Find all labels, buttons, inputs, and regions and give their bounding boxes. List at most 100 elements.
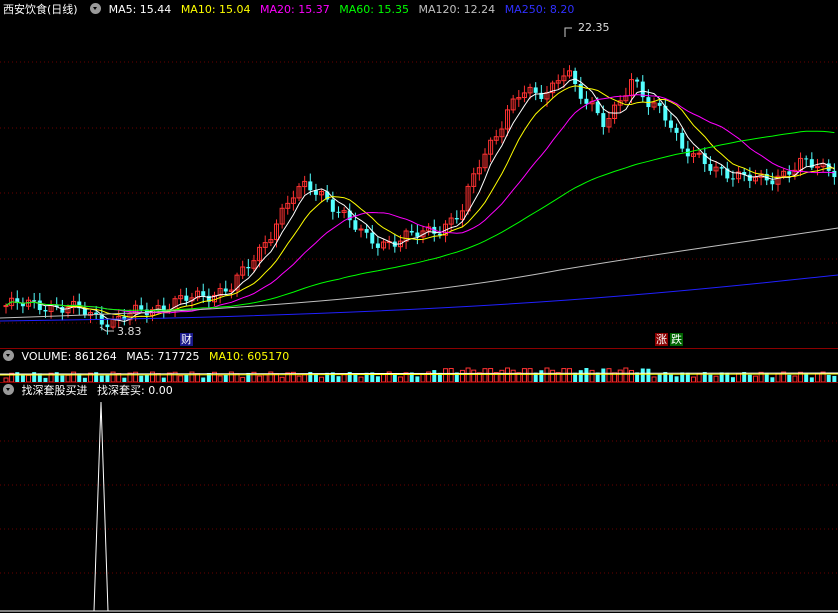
candle-body [223, 288, 228, 292]
candle-body [60, 307, 65, 313]
candle-body [601, 113, 606, 128]
candle-body [708, 164, 713, 171]
volume-bar [443, 368, 449, 383]
volume-bar [826, 374, 831, 382]
high-price-label: 22.35 [578, 21, 610, 34]
volume-chart[interactable] [0, 349, 838, 383]
volume-bar [471, 369, 477, 383]
price-chart[interactable] [0, 0, 838, 349]
volume-bar [617, 369, 623, 383]
candle-body [680, 132, 685, 149]
volume-bar [589, 369, 595, 383]
finance-marker[interactable]: 财 [180, 333, 193, 346]
candle-body [370, 232, 375, 244]
candle-body [657, 102, 662, 106]
candle-body [246, 266, 251, 269]
volume-bar [482, 368, 488, 383]
candle-body [201, 291, 206, 296]
volume-bar [262, 374, 268, 383]
volume-bar [26, 374, 32, 383]
volume-bar [527, 368, 533, 383]
volume-bar [465, 367, 471, 383]
volume-bar [601, 368, 606, 382]
volume-bar [381, 374, 387, 383]
volume-bar [657, 374, 662, 382]
volume-bar [499, 369, 505, 383]
volume-bar [668, 374, 673, 382]
candle-body [719, 167, 724, 169]
candle-body [32, 300, 37, 302]
candle-body [375, 243, 380, 248]
volume-bar [392, 373, 397, 382]
price-panel: 西安饮食(日线) MA5: 15.44 MA10: 15.04 MA20: 15… [0, 0, 838, 349]
volume-bar [184, 374, 189, 382]
candle-body [336, 211, 341, 213]
candle-body [635, 79, 640, 82]
volume-bar [144, 375, 149, 382]
candle-body [584, 98, 589, 104]
volume-bar [539, 370, 544, 382]
candle-body [674, 127, 679, 133]
candle-body [770, 180, 775, 185]
volume-bar [544, 367, 550, 383]
volume-bar [448, 368, 454, 383]
volume-bar [646, 368, 651, 382]
high-pointer [564, 27, 572, 37]
candle-body [533, 87, 538, 93]
volume-bar [578, 370, 583, 382]
candle-body [308, 181, 313, 191]
volume-bar [584, 368, 589, 382]
ma5-line [5, 78, 835, 323]
volume-bar [814, 373, 820, 383]
volume-bar [521, 368, 527, 383]
candle-body [787, 171, 792, 175]
candle-body [3, 305, 9, 308]
indicator-chart[interactable] [0, 383, 838, 613]
volume-panel: VOLUME: 861264 MA5: 717725 MA10: 605170 [0, 349, 838, 383]
candle-body [184, 295, 189, 301]
volume-bar [341, 374, 347, 383]
low-price-label: 3.83 [117, 325, 142, 338]
volume-bar [505, 367, 511, 383]
candle-body [832, 170, 837, 178]
candle-body [804, 158, 809, 160]
volume-bar [787, 374, 792, 382]
candle-body [454, 218, 459, 220]
candle-body [330, 199, 335, 212]
candle-body [139, 305, 144, 310]
ma20-line [5, 94, 835, 314]
limit-up-marker[interactable]: 涨 [655, 333, 668, 346]
volume-bar [510, 369, 516, 383]
candle-body [43, 310, 48, 312]
volume-bar [432, 370, 437, 382]
limit-down-marker[interactable]: 跌 [670, 333, 683, 346]
volume-bar [459, 369, 465, 383]
volume-bar [736, 373, 742, 383]
candle-body [415, 232, 420, 237]
volume-bar [606, 368, 612, 383]
volume-bar [775, 373, 781, 383]
candle-body [730, 178, 735, 180]
volume-bar [302, 374, 308, 383]
volume-bar [105, 375, 110, 382]
candle-body [105, 324, 110, 328]
indicator-panel: 找深套股买进 找深套买: 0.00 [0, 383, 838, 613]
indicator-signal-spike [93, 401, 109, 612]
ma250-line [0, 274, 838, 322]
ma120-line [0, 227, 838, 319]
candle-body [747, 174, 752, 181]
volume-bar [20, 375, 25, 382]
candle-body [358, 228, 364, 231]
candle-body [409, 230, 414, 233]
volume-bar [420, 373, 426, 383]
volume-bar [708, 374, 713, 382]
candle-body [364, 229, 369, 233]
volume-bar [65, 374, 71, 383]
candle-body [37, 300, 42, 311]
candle-body [573, 70, 578, 85]
candle-body [595, 101, 600, 114]
volume-bar [561, 368, 567, 383]
volume-bar [223, 374, 228, 382]
candle-body [94, 312, 99, 315]
volume-bar [747, 374, 752, 382]
